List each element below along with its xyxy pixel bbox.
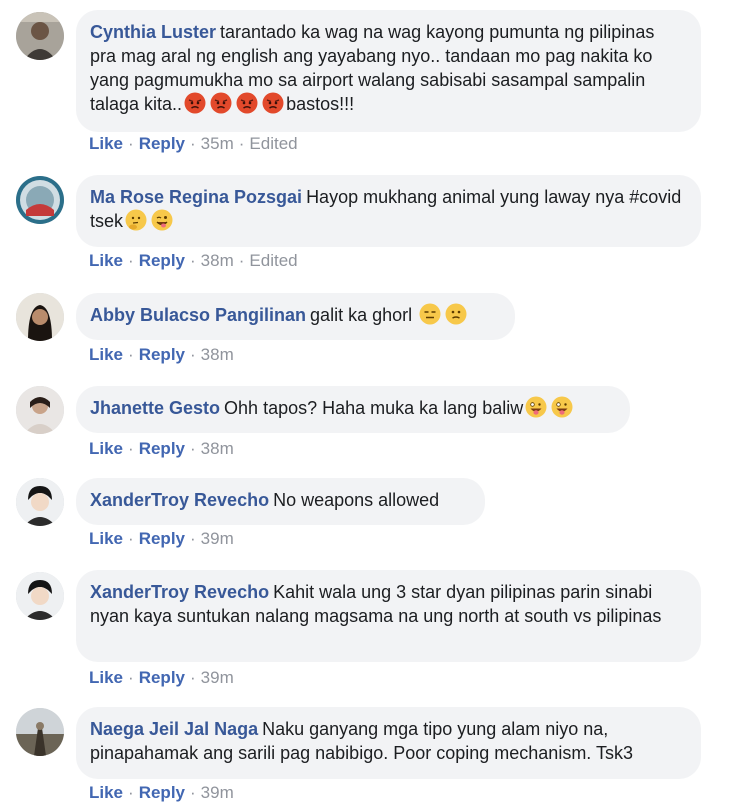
thinking-face-emoji (125, 209, 147, 231)
avatar[interactable] (16, 708, 64, 756)
comment-bubble: Ma Rose Regina Pozsgai Hayop mukhang anim… (76, 175, 701, 247)
comment-actions: Like · Reply · 38m (89, 439, 234, 459)
timestamp[interactable]: 38m (201, 439, 234, 458)
timestamp[interactable]: 39m (201, 783, 234, 802)
separator: · (128, 134, 134, 153)
comment-bubble: XanderTroy Revecho Kahit wala ung 3 star … (76, 570, 701, 662)
avatar[interactable] (16, 386, 64, 434)
comment-text: No weapons allowed (273, 490, 440, 510)
angry-face-emoji (262, 92, 284, 114)
like-link[interactable]: Like (89, 668, 123, 687)
author-link[interactable]: Abby Bulacso Pangilinan (90, 305, 306, 325)
expressionless-face-emoji (419, 303, 441, 325)
reply-link[interactable]: Reply (139, 668, 185, 687)
comment-text: Ohh tapos? Haha muka ka lang baliw (224, 398, 524, 418)
comment-text-tail: bastos!!! (286, 94, 355, 114)
angry-face-emoji (184, 92, 206, 114)
separator: · (190, 134, 196, 153)
author-link[interactable]: Cynthia Luster (90, 22, 216, 42)
comment-text: galit ka ghorl (310, 305, 413, 325)
timestamp[interactable]: 35m (201, 134, 234, 153)
author-link[interactable]: XanderTroy Revecho (90, 490, 269, 510)
crazy-face-emoji (551, 396, 573, 418)
timestamp[interactable]: 39m (201, 668, 234, 687)
avatar[interactable] (16, 12, 64, 60)
like-link[interactable]: Like (89, 251, 123, 270)
like-link[interactable]: Like (89, 439, 123, 458)
edited-label[interactable]: Edited (249, 134, 297, 153)
separator: · (128, 668, 134, 687)
separator: · (190, 783, 196, 802)
comment-actions: Like · Reply · 39m (89, 668, 234, 688)
comment-actions: Like · Reply · 38m · Edited (89, 251, 298, 271)
like-link[interactable]: Like (89, 345, 123, 364)
separator: · (238, 251, 245, 270)
winking-tongue-face-emoji (151, 209, 173, 231)
author-link[interactable]: Ma Rose Regina Pozsgai (90, 187, 302, 207)
avatar[interactable] (16, 293, 64, 341)
separator: · (190, 251, 196, 270)
reply-link[interactable]: Reply (139, 251, 185, 270)
author-link[interactable]: Jhanette Gesto (90, 398, 220, 418)
reply-link[interactable]: Reply (139, 345, 185, 364)
separator: · (128, 529, 134, 548)
comment-bubble: XanderTroy Revecho No weapons allowed (76, 478, 485, 525)
comment-bubble: Cynthia Luster tarantado ka wag na wag ka… (76, 10, 701, 132)
angry-face-emoji (236, 92, 258, 114)
edited-label[interactable]: Edited (249, 251, 297, 270)
reply-link[interactable]: Reply (139, 134, 185, 153)
avatar[interactable] (16, 176, 64, 224)
author-link[interactable]: XanderTroy Revecho (90, 582, 269, 602)
comment-actions: Like · Reply · 39m (89, 529, 234, 549)
crazy-face-emoji (525, 396, 547, 418)
separator: · (190, 439, 196, 458)
comment-bubble: Naega Jeil Jal Naga Naku ganyang mga tipo… (76, 707, 701, 779)
avatar[interactable] (16, 478, 64, 526)
like-link[interactable]: Like (89, 134, 123, 153)
confused-face-emoji (445, 303, 467, 325)
comment-actions: Like · Reply · 38m (89, 345, 234, 365)
separator: · (190, 345, 196, 364)
angry-face-emoji (210, 92, 232, 114)
separator: · (238, 134, 245, 153)
separator: · (128, 439, 134, 458)
timestamp[interactable]: 39m (201, 529, 234, 548)
reply-link[interactable]: Reply (139, 439, 185, 458)
like-link[interactable]: Like (89, 783, 123, 802)
timestamp[interactable]: 38m (201, 345, 234, 364)
avatar[interactable] (16, 572, 64, 620)
comment-bubble: Jhanette Gesto Ohh tapos? Haha muka ka la… (76, 386, 630, 433)
comment-actions: Like · Reply · 39m (89, 783, 234, 803)
author-link[interactable]: Naega Jeil Jal Naga (90, 719, 258, 739)
separator: · (190, 529, 196, 548)
comment-actions: Like · Reply · 35m · Edited (89, 134, 298, 154)
reply-link[interactable]: Reply (139, 529, 185, 548)
reply-link[interactable]: Reply (139, 783, 185, 802)
separator: · (190, 668, 196, 687)
like-link[interactable]: Like (89, 529, 123, 548)
timestamp[interactable]: 38m (201, 251, 234, 270)
comment-bubble: Abby Bulacso Pangilinan galit ka ghorl (76, 293, 515, 340)
separator: · (128, 251, 134, 270)
separator: · (128, 345, 134, 364)
separator: · (128, 783, 134, 802)
